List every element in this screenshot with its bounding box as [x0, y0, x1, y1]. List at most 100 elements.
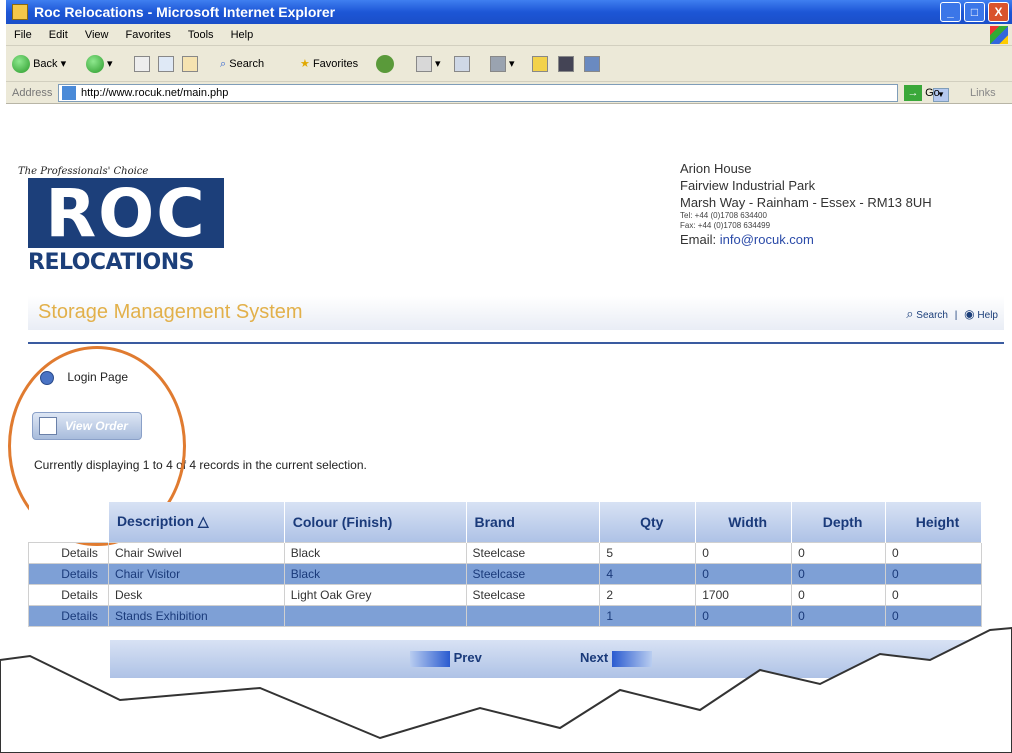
bullet-icon [40, 370, 54, 385]
tel-number: Tel: +44 (0)1708 634400 [680, 211, 767, 220]
search-link[interactable]: Search [916, 310, 948, 321]
media-button[interactable] [376, 54, 394, 74]
folder-icon [532, 56, 548, 73]
print-button[interactable] [454, 54, 470, 74]
cell-qty: 5 [599, 541, 697, 564]
document-icon [39, 417, 57, 435]
url-input[interactable]: http://www.rocuk.net/main.php ▼ [58, 84, 949, 102]
go-button[interactable]: → Go [904, 84, 940, 102]
view-order-button[interactable]: View Order [32, 412, 142, 440]
cell-height: 0 [885, 562, 982, 585]
window-title-bar: Roc Relocations - Microsoft Internet Exp… [6, 0, 1012, 24]
window-title: Roc Relocations - Microsoft Internet Exp… [34, 4, 336, 20]
torn-edge [0, 626, 1012, 753]
cell-description: Chair Swivel [107, 541, 285, 564]
forward-arrow-icon [86, 55, 104, 74]
ie-app-icon [12, 4, 28, 20]
details-link[interactable]: Details [28, 562, 109, 585]
messenger-icon [558, 56, 574, 73]
home-icon [182, 56, 198, 73]
history-button[interactable]: ▾ [416, 54, 441, 74]
header-width[interactable]: Width [695, 502, 793, 542]
research-button[interactable] [584, 54, 600, 74]
logo-roc-text: ROC [28, 178, 224, 250]
address-line-3: Marsh Way - Rainham - Essex - RM13 8UH [680, 195, 932, 210]
search-button[interactable]: ⌕ Search [220, 54, 264, 74]
cell-depth: 0 [791, 562, 887, 585]
login-page-link[interactable]: Login Page [40, 370, 128, 385]
cell-qty: 4 [599, 562, 697, 585]
email-line: Email: info@rocuk.com [680, 232, 814, 247]
cell-depth: 0 [791, 541, 887, 564]
header-depth[interactable]: Depth [791, 502, 887, 542]
header-links: ⌕ Search | ◉ Help [906, 306, 998, 321]
home-button[interactable] [182, 54, 198, 74]
maximize-button[interactable]: □ [964, 2, 985, 22]
cell-width: 0 [695, 541, 793, 564]
page-icon [62, 86, 76, 100]
edit-icon [490, 56, 506, 73]
minimize-button[interactable]: _ [940, 2, 961, 22]
help-icon[interactable]: ◉ [964, 307, 974, 321]
refresh-button[interactable] [158, 54, 174, 74]
cell-description: Chair Visitor [107, 562, 285, 585]
print-icon [454, 56, 470, 73]
address-bar: Address http://www.rocuk.net/main.php ▼ … [6, 82, 1012, 104]
menu-view[interactable]: View [85, 29, 109, 41]
logo-relocations-text: RELOCATIONS [28, 250, 195, 275]
header-blank [28, 502, 109, 542]
research-icon [584, 56, 600, 73]
fax-number: Fax: +44 (0)1708 634499 [680, 221, 771, 230]
links-button[interactable]: Links [970, 82, 996, 104]
menu-edit[interactable]: Edit [49, 29, 68, 41]
cell-brand: Steelcase [465, 541, 601, 564]
cell-width: 0 [695, 562, 793, 585]
divider [28, 342, 1004, 344]
table-row: Details Chair Visitor Black Steelcase 4 … [28, 562, 982, 585]
table-header-row: Description △ Colour (Finish) Brand Qty … [28, 502, 982, 542]
favorites-button[interactable]: ★ Favorites [300, 54, 358, 74]
header-qty[interactable]: Qty [599, 502, 697, 542]
cell-height: 0 [885, 541, 982, 564]
header-colour[interactable]: Colour (Finish) [284, 502, 467, 542]
records-status: Currently displaying 1 to 4 of 4 records… [34, 458, 367, 472]
email-link[interactable]: info@rocuk.com [720, 232, 814, 247]
close-button[interactable]: X [988, 2, 1009, 22]
address-line-2: Fairview Industrial Park [680, 178, 816, 193]
address-line-1: Arion House [680, 161, 752, 176]
address-label: Address [12, 87, 53, 99]
edit-button[interactable]: ▾ [490, 54, 515, 74]
page-title: Storage Management System [38, 301, 303, 323]
windows-logo-icon [990, 26, 1008, 44]
details-link[interactable]: Details [28, 541, 109, 564]
menu-tools[interactable]: Tools [188, 29, 214, 41]
magnifier-icon: ⌕ [220, 58, 227, 70]
company-address: Arion House Fairview Industrial Park Mar… [680, 160, 932, 248]
messenger-button[interactable] [558, 54, 574, 74]
roc-logo[interactable]: ROC RELOCATIONS [28, 178, 228, 276]
history-icon [416, 56, 432, 73]
menu-bar: File Edit View Favorites Tools Help [6, 24, 1012, 46]
url-text: http://www.rocuk.net/main.php [81, 87, 229, 99]
discuss-button[interactable] [532, 54, 548, 74]
header-description[interactable]: Description △ [108, 502, 285, 542]
cell-colour: Black [283, 541, 467, 564]
header-brand[interactable]: Brand [466, 502, 601, 542]
go-arrow-icon: → [904, 85, 922, 102]
menu-help[interactable]: Help [231, 29, 254, 41]
media-icon [376, 55, 394, 74]
star-icon: ★ [300, 58, 310, 70]
browser-toolbar: Back ▾ ▾ ⌕ Search ★ Favorites ▾ ▾ [6, 46, 1012, 82]
stop-button[interactable] [134, 54, 150, 74]
back-arrow-icon [12, 55, 30, 74]
menu-file[interactable]: File [14, 29, 32, 41]
refresh-icon [158, 56, 174, 73]
system-header-bar: Storage Management System ⌕ Search | ◉ H… [28, 296, 1004, 330]
search-icon[interactable]: ⌕ [906, 306, 913, 321]
forward-button[interactable]: ▾ [86, 54, 113, 74]
header-height[interactable]: Height [885, 502, 982, 542]
menu-favorites[interactable]: Favorites [126, 29, 171, 41]
table-row: Details Chair Swivel Black Steelcase 5 0… [28, 541, 982, 564]
help-link[interactable]: Help [977, 310, 998, 321]
back-button[interactable]: Back ▾ [12, 54, 66, 74]
